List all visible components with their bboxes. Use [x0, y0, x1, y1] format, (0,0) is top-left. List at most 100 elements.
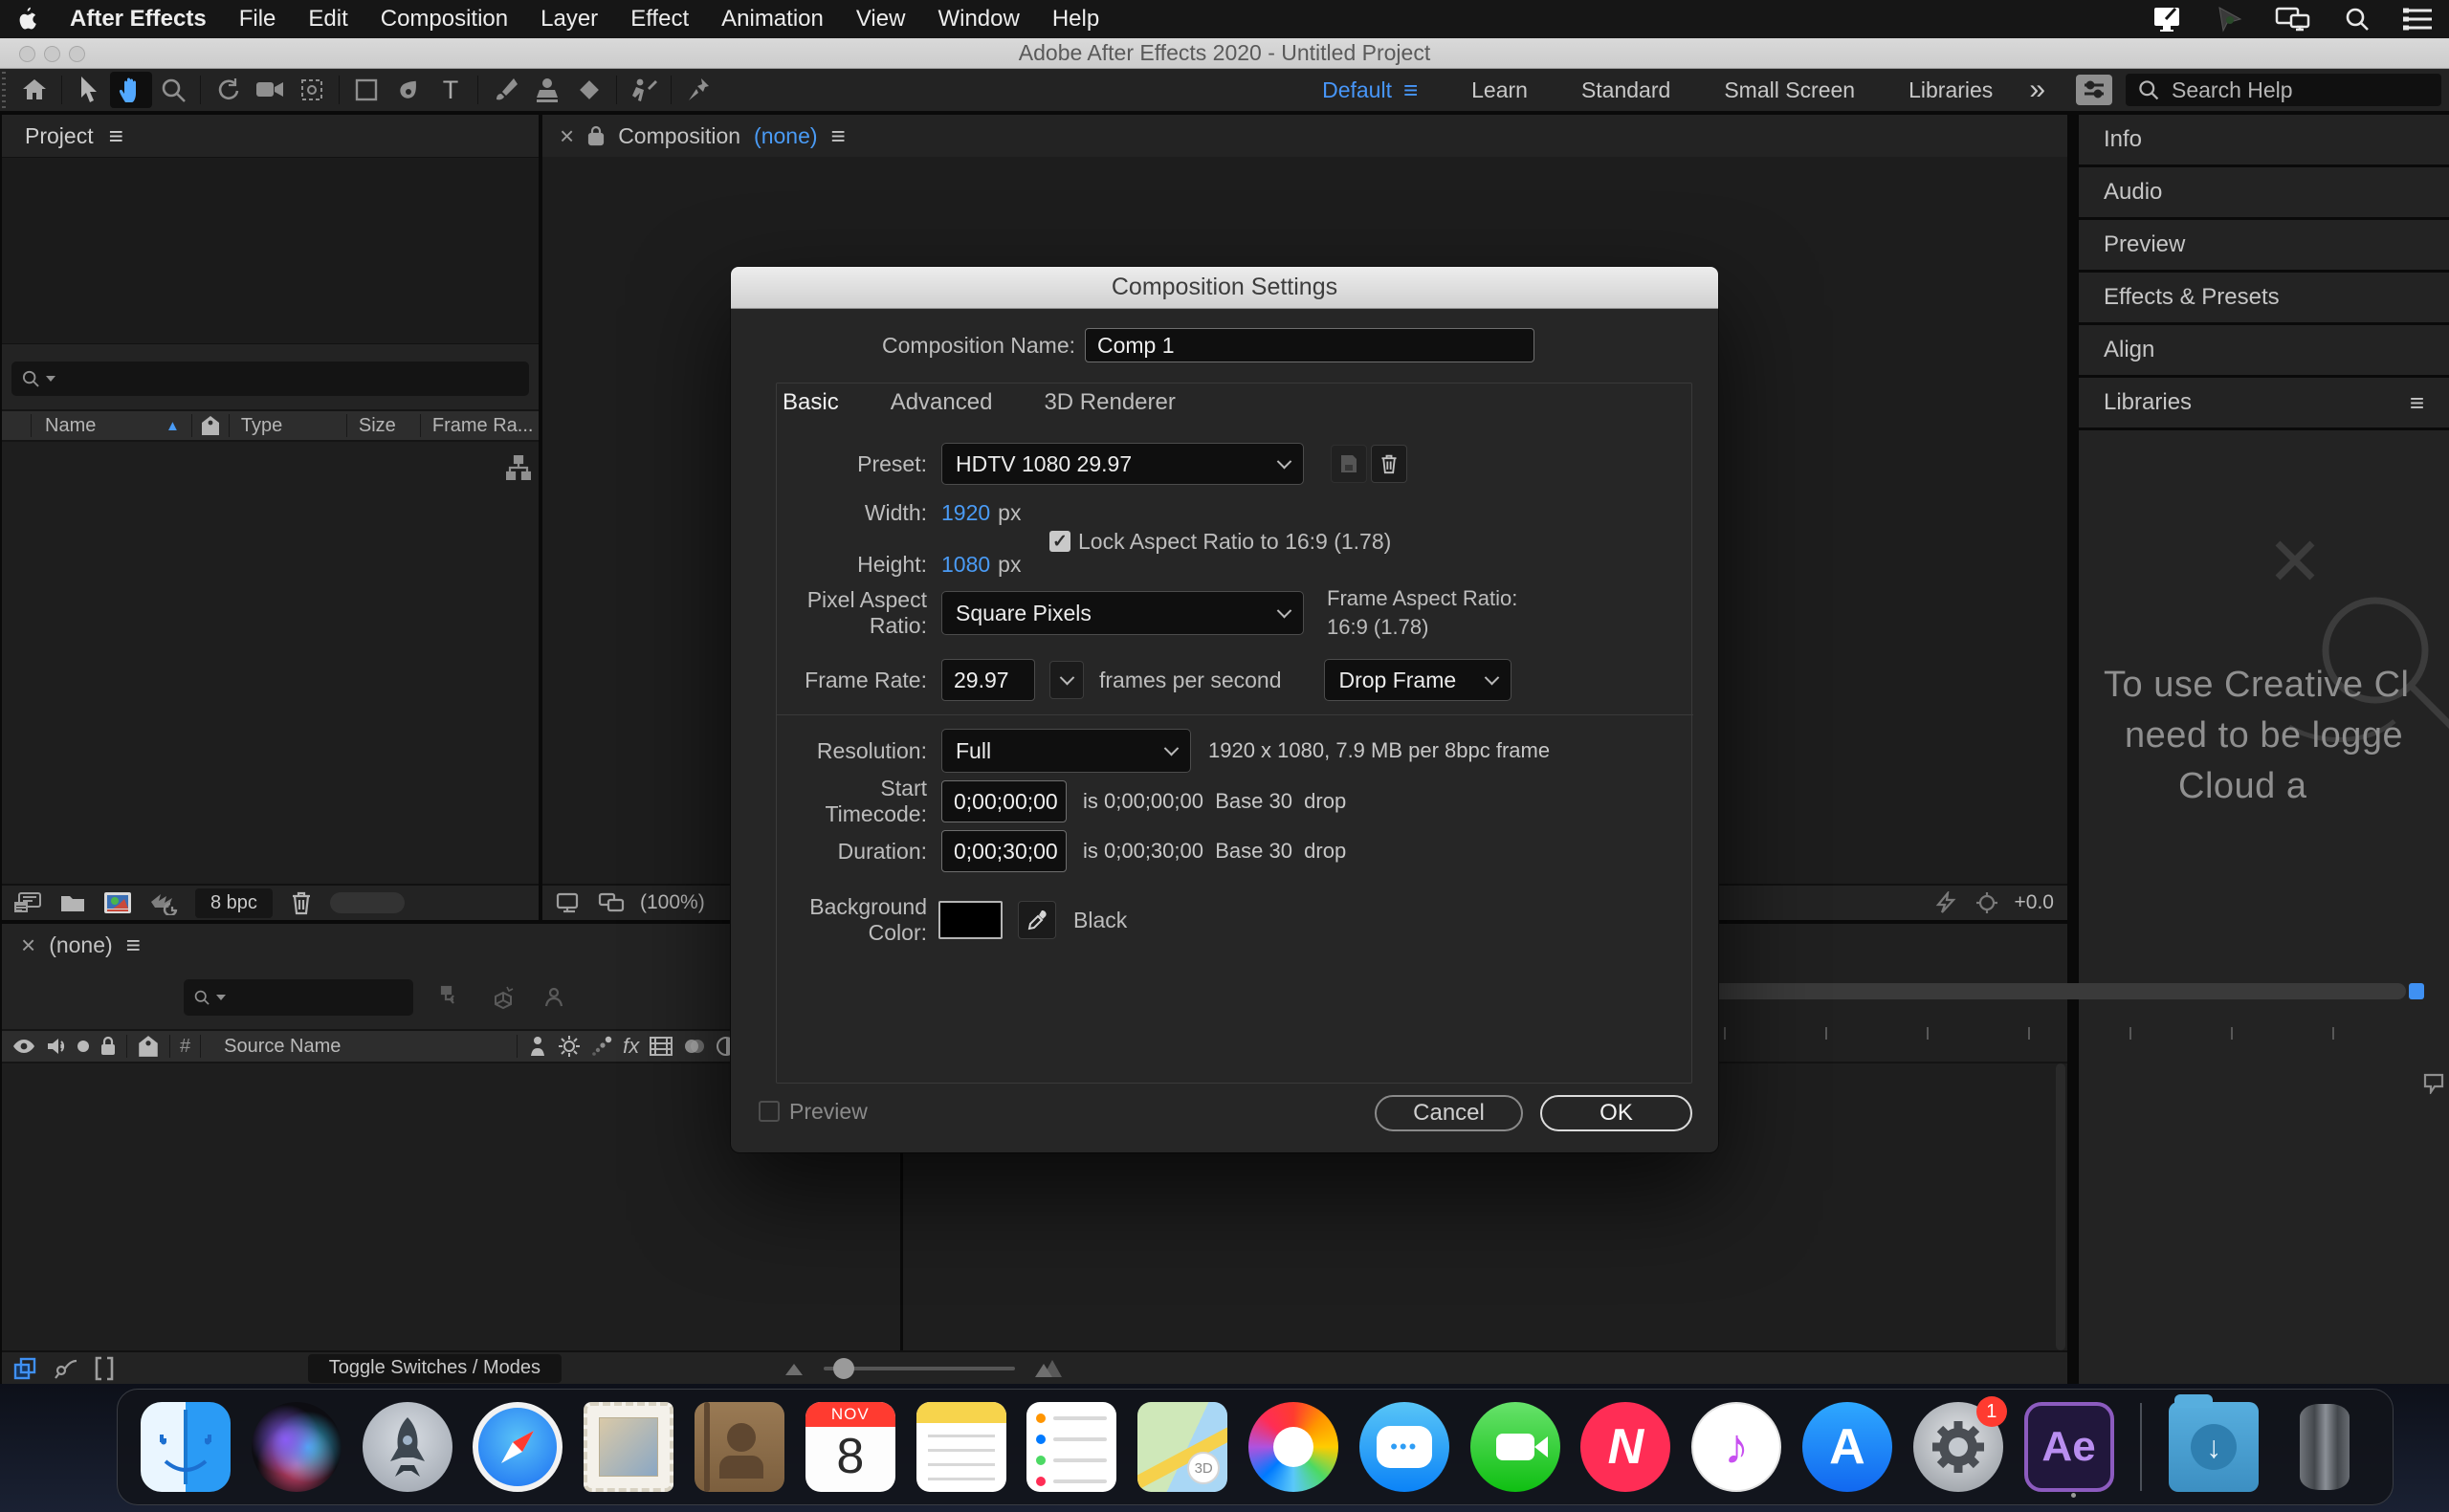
solo-icon[interactable] — [77, 1040, 90, 1053]
save-preset-button[interactable] — [1331, 445, 1367, 483]
panel-tab-effects-presets[interactable]: Effects & Presets — [2079, 273, 2449, 322]
menu-file[interactable]: File — [223, 0, 293, 38]
menu-view[interactable]: View — [840, 0, 922, 38]
preset-dropdown[interactable]: HDTV 1080 29.97 — [941, 443, 1304, 485]
zoom-slider-knob[interactable] — [833, 1357, 854, 1379]
eraser-tool[interactable] — [568, 72, 610, 108]
magnification-popup[interactable]: (100%) — [640, 891, 705, 914]
dock-after-effects-icon[interactable]: Ae — [2023, 1402, 2114, 1498]
notification-list-icon[interactable] — [2386, 7, 2449, 32]
workspace-tab-libraries[interactable]: Libraries — [1882, 77, 2019, 103]
workspace-overflow-icon[interactable]: » — [2019, 74, 2055, 106]
pen-tool[interactable] — [387, 72, 430, 108]
timeline-vscrollbar[interactable] — [2056, 1063, 2065, 1350]
dock-messages-icon[interactable]: ••• — [1358, 1402, 1449, 1492]
close-tab-icon[interactable]: × — [21, 931, 35, 960]
project-hscrollbar[interactable] — [329, 892, 405, 913]
display-status-icon[interactable] — [2137, 6, 2200, 33]
draft-3d-icon[interactable] — [490, 985, 517, 1010]
column-size[interactable]: Size — [347, 415, 420, 437]
dock-news-icon[interactable]: N — [1580, 1402, 1671, 1492]
dock-itunes-icon[interactable]: ♪ — [1691, 1402, 1782, 1492]
menu-effect[interactable]: Effect — [614, 0, 705, 38]
type-tool[interactable]: T — [430, 72, 472, 108]
timeline-search-input[interactable] — [232, 985, 404, 1010]
workspace-settings-icon[interactable] — [2076, 75, 2112, 105]
frame-blend-film-icon[interactable] — [649, 1036, 673, 1057]
help-search[interactable] — [2126, 74, 2441, 106]
menu-app-name[interactable]: After Effects — [54, 0, 223, 38]
fast-previews-icon[interactable] — [1934, 891, 1959, 914]
expand-layers-icon[interactable] — [13, 1357, 38, 1380]
toggle-switches-modes-button[interactable]: Toggle Switches / Modes — [307, 1353, 562, 1383]
always-preview-icon[interactable] — [556, 892, 583, 913]
dock-siri-icon[interactable] — [251, 1402, 342, 1492]
workspace-menu-icon[interactable]: ≡ — [1403, 77, 1418, 102]
dock-facetime-icon[interactable] — [1469, 1402, 1560, 1492]
window-minimize-button[interactable] — [44, 46, 60, 62]
dock-app-store-icon[interactable]: A — [1801, 1402, 1892, 1492]
help-search-input[interactable] — [2172, 77, 2401, 103]
menu-help[interactable]: Help — [1036, 0, 1115, 38]
width-value[interactable]: 1920 — [941, 500, 990, 526]
drop-frame-dropdown[interactable]: Drop Frame — [1324, 659, 1512, 701]
resolution-dropdown[interactable]: Full — [941, 729, 1191, 773]
workspace-tab-standard[interactable]: Standard — [1555, 77, 1697, 103]
layer-number-column[interactable]: # — [180, 1036, 190, 1058]
color-depth-button[interactable]: 8 bpc — [195, 887, 273, 918]
height-value[interactable]: 1080 — [941, 552, 990, 578]
composition-tab-label[interactable]: Composition — [618, 123, 740, 149]
render-settings-icon[interactable] — [149, 890, 178, 915]
libraries-panel-menu-icon[interactable]: ≡ — [2410, 390, 2424, 415]
comp-marker-icon[interactable] — [2422, 1073, 2445, 1094]
project-search-input[interactable] — [61, 366, 519, 391]
composition-panel-menu-icon[interactable]: ≡ — [831, 123, 846, 148]
menu-edit[interactable]: Edit — [292, 0, 364, 38]
zoom-tool[interactable] — [152, 72, 194, 108]
delete-preset-button[interactable] — [1371, 445, 1407, 483]
panel-tab-libraries[interactable]: Libraries ≡ — [2079, 378, 2449, 427]
column-type[interactable]: Type — [230, 415, 346, 437]
dock-maps-icon[interactable]: 3D — [1137, 1402, 1228, 1492]
column-name[interactable]: Name — [32, 415, 165, 437]
dock-contacts-icon[interactable] — [694, 1402, 784, 1492]
exposure-value[interactable]: +0.0 — [2015, 891, 2054, 914]
panel-tab-align[interactable]: Align — [2079, 325, 2449, 375]
close-tab-icon[interactable]: × — [560, 121, 574, 151]
window-close-button[interactable] — [19, 46, 35, 62]
adjustment-layer-icon[interactable] — [683, 1035, 706, 1058]
duration-field[interactable]: 0;00;30;00 — [941, 830, 1067, 872]
lock-icon[interactable] — [587, 125, 605, 146]
dock-launchpad-icon[interactable] — [362, 1402, 452, 1492]
shape-tool[interactable] — [345, 72, 387, 108]
cancel-button[interactable]: Cancel — [1375, 1095, 1523, 1131]
project-panel-tab[interactable]: Project — [25, 123, 94, 149]
start-timecode-field[interactable]: 0;00;00;00 — [941, 780, 1067, 822]
effects-switch-icon[interactable]: fx — [623, 1034, 639, 1059]
lock-column-icon[interactable] — [99, 1036, 117, 1057]
timeline-panel-menu-icon[interactable]: ≡ — [126, 932, 141, 957]
main-viewer-icon[interactable] — [598, 892, 625, 913]
brush-tool[interactable] — [484, 72, 526, 108]
panel-tab-info[interactable]: Info — [2079, 115, 2449, 164]
dock-reminders-icon[interactable] — [1026, 1402, 1117, 1492]
source-name-column[interactable]: Source Name — [210, 1036, 507, 1058]
reset-exposure-icon[interactable] — [1975, 891, 1999, 914]
workspace-tab-small-screen[interactable]: Small Screen — [1697, 77, 1882, 103]
timeline-tab-label[interactable]: (none) — [49, 932, 112, 958]
panel-tab-preview[interactable]: Preview — [2079, 220, 2449, 270]
shy-switch-icon[interactable] — [527, 1035, 548, 1058]
timeline-zoom-slider[interactable] — [824, 1357, 1015, 1379]
motion-blur-icon[interactable] — [590, 1035, 613, 1058]
tab-basic[interactable]: Basic — [783, 389, 839, 416]
window-zoom-button[interactable] — [69, 46, 85, 62]
dock-system-preferences-icon[interactable]: 1 — [1912, 1396, 2007, 1492]
composition-tab-target[interactable]: (none) — [754, 123, 817, 149]
dock-mail-icon[interactable] — [584, 1402, 674, 1492]
background-color-swatch[interactable] — [938, 901, 1003, 939]
zoom-out-mountain-icon[interactable] — [783, 1360, 805, 1377]
home-tool[interactable] — [13, 72, 55, 108]
panel-tab-audio[interactable]: Audio — [2079, 167, 2449, 217]
camera-tool[interactable] — [249, 72, 291, 108]
project-trash-icon[interactable] — [290, 889, 313, 916]
